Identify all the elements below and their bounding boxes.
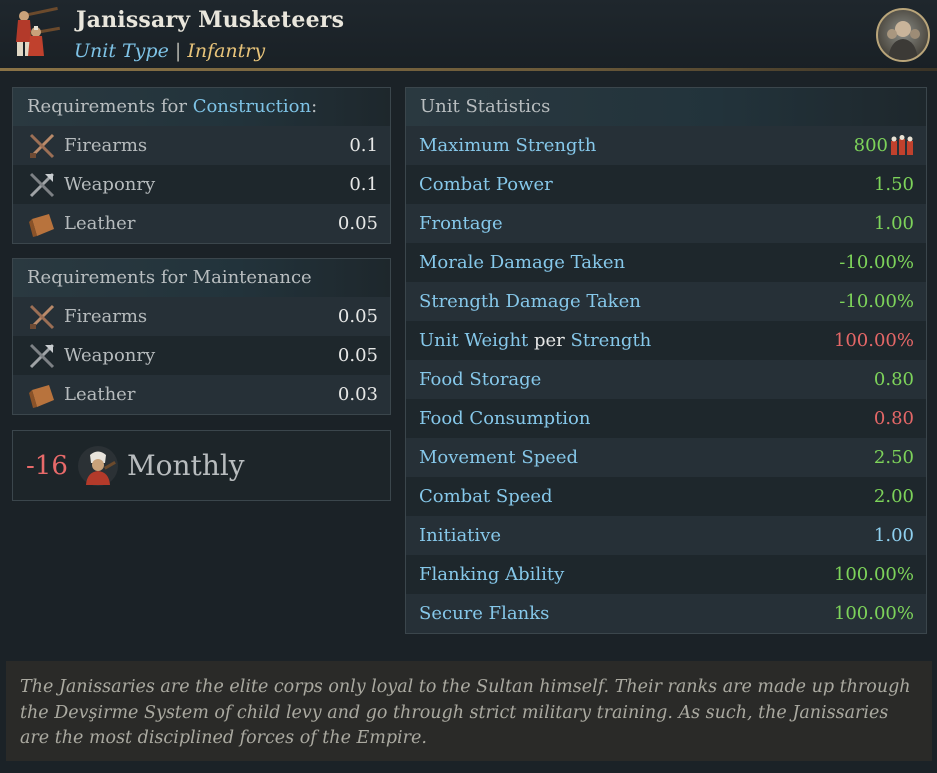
construction-heading: Requirements for Construction: (13, 88, 390, 126)
construction-link[interactable]: Construction (193, 96, 311, 117)
unit-statistics-heading: Unit Statistics (406, 88, 926, 126)
resource-label: Leather (64, 384, 136, 405)
monthly-label: Monthly (127, 449, 245, 482)
stat-row-strength-damage-taken[interactable]: Strength Damage Taken -10.00% (406, 282, 926, 321)
heading-prefix: Requirements for (27, 96, 187, 117)
firearms-icon (27, 302, 57, 332)
resource-value: 0.1 (349, 135, 378, 156)
unit-statistics-panel: Unit Statistics Maximum Strength 800 Com… (405, 87, 927, 634)
construction-requirements-panel: Requirements for Construction: Firearms … (12, 87, 391, 244)
stat-value: 0.80 (873, 408, 914, 429)
resource-label: Leather (64, 213, 136, 234)
stat-label: Flanking Ability (419, 564, 565, 585)
stat-label: Movement Speed (419, 447, 579, 468)
unit-type-key[interactable]: Unit Type (74, 40, 169, 62)
stat-label: Food Storage (419, 369, 542, 390)
subtitle-separator: | (174, 40, 182, 62)
maintenance-requirements-panel: Requirements for Maintenance Firearms 0.… (12, 258, 391, 415)
stat-row-food-consumption[interactable]: Food Consumption 0.80 (406, 399, 926, 438)
stat-row-food-storage[interactable]: Food Storage 0.80 (406, 360, 926, 399)
stat-value: -10.00% (839, 291, 914, 312)
resource-value: 0.05 (337, 213, 378, 234)
stat-value: 2.00 (873, 486, 914, 507)
list-item: Firearms 0.05 (13, 297, 390, 336)
weaponry-icon (27, 341, 57, 371)
stat-row-secure-flanks[interactable]: Secure Flanks 100.00% (406, 594, 926, 633)
list-item: Weaponry 0.05 (13, 336, 390, 375)
resource-value: 0.1 (349, 174, 378, 195)
resource-value: 0.03 (337, 384, 378, 405)
unit-title: Janissary Musketeers (76, 7, 345, 33)
soldier-icon (77, 445, 119, 487)
stat-row-movement-speed[interactable]: Movement Speed 2.50 (406, 438, 926, 477)
stat-label: Secure Flanks (419, 603, 550, 624)
stat-label: Food Consumption (419, 408, 591, 429)
list-item: Weaponry 0.1 (13, 165, 390, 204)
stat-row-flanking-ability[interactable]: Flanking Ability 100.00% (406, 555, 926, 594)
stat-label: Unit Weight per Strength (419, 330, 651, 351)
header: Janissary Musketeers Unit Type | Infantr… (0, 0, 937, 71)
stat-label: Strength Damage Taken (419, 291, 641, 312)
stat-label: Morale Damage Taken (419, 252, 626, 273)
list-item: Firearms 0.1 (13, 126, 390, 165)
character-portrait[interactable] (876, 8, 930, 62)
weaponry-icon (27, 170, 57, 200)
monthly-cost-box: -16 Monthly (12, 430, 391, 501)
resource-value: 0.05 (337, 306, 378, 327)
stat-label: Initiative (419, 525, 501, 546)
stat-value: 100.00% (833, 603, 914, 624)
stat-row-combat-power[interactable]: Combat Power 1.50 (406, 165, 926, 204)
header-divider (0, 68, 937, 71)
stat-label: Frontage (419, 213, 503, 234)
resource-label: Weaponry (64, 345, 156, 366)
stat-value: -10.00% (839, 252, 914, 273)
leather-icon (27, 209, 57, 239)
stat-value: 0.80 (873, 369, 914, 390)
stat-value: 2.50 (873, 447, 914, 468)
stat-label: Maximum Strength (419, 135, 597, 156)
stat-row-initiative[interactable]: Initiative 1.00 (406, 516, 926, 555)
stat-value: 100.00% (833, 564, 914, 585)
maintenance-heading: Requirements for Maintenance (13, 259, 390, 297)
stat-value: 1.50 (873, 174, 914, 195)
list-item: Leather 0.05 (13, 204, 390, 243)
stat-value: 1.00 (873, 213, 914, 234)
leather-icon (27, 380, 57, 410)
stat-label-part: per (534, 330, 565, 351)
resource-label: Firearms (64, 306, 148, 327)
regiment-icon (890, 135, 914, 157)
stat-value: 100.00% (833, 330, 914, 351)
stat-value: 1.00 (873, 525, 914, 546)
stat-row-frontage[interactable]: Frontage 1.00 (406, 204, 926, 243)
musketeer-unit-icon (6, 4, 62, 62)
stat-label-part: Strength (570, 330, 652, 351)
stat-value: 800 (853, 135, 888, 156)
resource-label: Firearms (64, 135, 148, 156)
stat-row-combat-speed[interactable]: Combat Speed 2.00 (406, 477, 926, 516)
unit-subtitle: Unit Type | Infantry (74, 40, 265, 62)
stat-row-morale-damage-taken[interactable]: Morale Damage Taken -10.00% (406, 243, 926, 282)
stat-label: Combat Power (419, 174, 553, 195)
stat-row-maximum-strength[interactable]: Maximum Strength 800 (406, 126, 926, 165)
resource-value: 0.05 (337, 345, 378, 366)
stat-label: Combat Speed (419, 486, 553, 507)
list-item: Leather 0.03 (13, 375, 390, 414)
stat-label-part: Unit Weight (419, 330, 529, 351)
resource-label: Weaponry (64, 174, 156, 195)
unit-type-value[interactable]: Infantry (187, 40, 265, 62)
unit-description: The Janissaries are the elite corps only… (6, 661, 932, 761)
monthly-cost-value: -16 (26, 451, 68, 481)
stat-row-unit-weight-per-strength[interactable]: Unit Weight per Strength 100.00% (406, 321, 926, 360)
heading-suffix: : (311, 96, 318, 117)
firearms-icon (27, 131, 57, 161)
